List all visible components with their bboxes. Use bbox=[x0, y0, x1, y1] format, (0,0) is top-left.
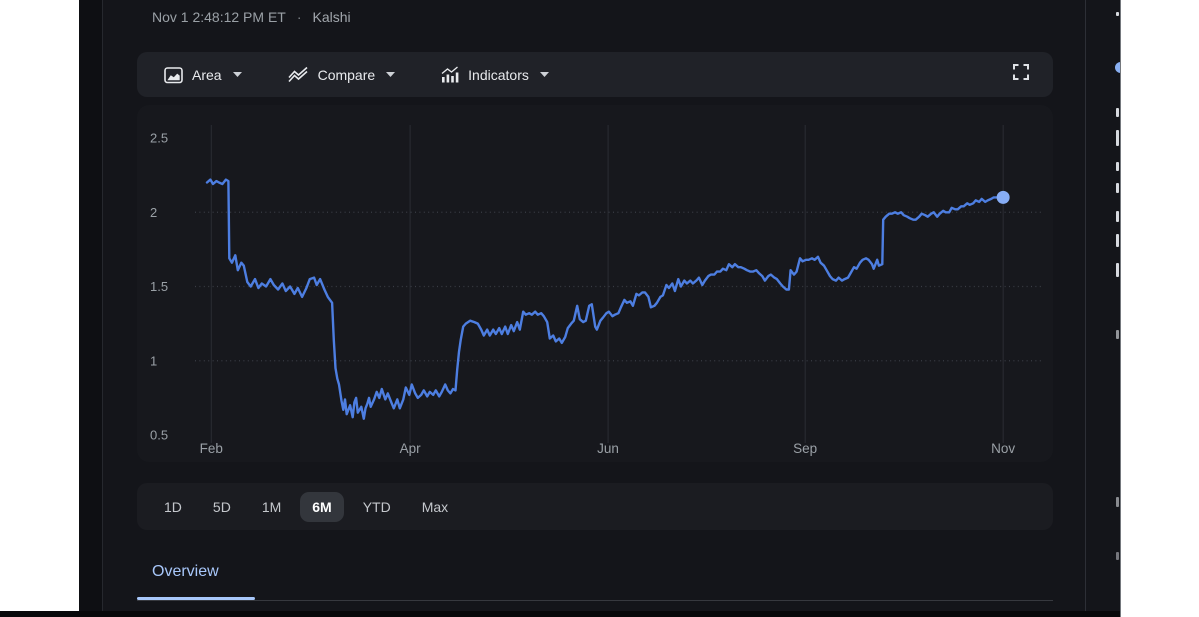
clipped-text-fragment bbox=[1116, 162, 1119, 171]
chevron-down-icon bbox=[233, 72, 242, 77]
separator-dot: · bbox=[297, 9, 302, 25]
range-button-6m-selected[interactable]: 6M bbox=[300, 492, 343, 522]
clipped-text-fragment bbox=[1116, 497, 1119, 507]
chart-type-label: Area bbox=[192, 67, 222, 83]
fullscreen-button[interactable] bbox=[1010, 61, 1032, 88]
range-button-1m[interactable]: 1M bbox=[262, 499, 281, 515]
clipped-text-fragment bbox=[1116, 234, 1119, 247]
chevron-down-icon bbox=[386, 72, 395, 77]
range-button-5d[interactable]: 5D bbox=[213, 499, 231, 515]
svg-text:Sep: Sep bbox=[793, 441, 817, 456]
left-content-edge bbox=[102, 0, 103, 617]
svg-text:1.5: 1.5 bbox=[150, 279, 168, 294]
range-button-max[interactable]: Max bbox=[422, 499, 448, 515]
range-button-1d[interactable]: 1D bbox=[164, 499, 182, 515]
fullscreen-corners-icon bbox=[1010, 61, 1032, 88]
bar-chart-icon bbox=[440, 66, 459, 83]
time-range-bar: 1D 5D 1M 6M YTD Max bbox=[137, 483, 1053, 530]
tab-overview[interactable]: Overview bbox=[152, 563, 219, 581]
svg-text:2: 2 bbox=[150, 205, 157, 220]
outer-white-margin-left bbox=[0, 0, 79, 617]
tab-active-underline bbox=[137, 597, 255, 600]
compare-label: Compare bbox=[318, 67, 376, 83]
indicators-button[interactable]: Indicators bbox=[440, 66, 549, 83]
screen: Nov 1 2:48:12 PM ET · Kalshi Area bbox=[0, 0, 1199, 617]
svg-text:1: 1 bbox=[150, 353, 157, 368]
svg-text:Nov: Nov bbox=[991, 441, 1015, 456]
svg-text:2.5: 2.5 bbox=[150, 131, 168, 146]
svg-text:Apr: Apr bbox=[400, 441, 422, 456]
chevron-down-icon bbox=[540, 72, 549, 77]
chart-type-button[interactable]: Area bbox=[164, 66, 242, 84]
quote-timestamp: Nov 1 2:48:12 PM ET bbox=[152, 9, 286, 25]
tab-divider bbox=[137, 600, 1053, 601]
chart-toolbar: Area Compare bbox=[137, 52, 1053, 97]
pane-divider-line bbox=[1085, 0, 1086, 617]
outer-white-panel-right bbox=[1120, 0, 1199, 617]
svg-text:Feb: Feb bbox=[200, 441, 223, 456]
clipped-text-fragment bbox=[1116, 130, 1119, 146]
clipped-text-fragment bbox=[1116, 183, 1119, 193]
quote-timestamp-row: Nov 1 2:48:12 PM ET · Kalshi bbox=[152, 7, 351, 27]
clipped-text-fragment bbox=[1116, 330, 1119, 339]
left-gutter bbox=[79, 0, 103, 617]
compare-lines-icon bbox=[287, 66, 309, 83]
clipped-text-fragment bbox=[1116, 211, 1119, 222]
clipped-text-fragment bbox=[1116, 12, 1119, 16]
price-chart-canvas: Feb Apr Jun Sep Nov 2.5 2 1.5 1 0.5 bbox=[137, 105, 1053, 462]
capture-bottom-edge bbox=[0, 611, 1120, 617]
compare-button[interactable]: Compare bbox=[287, 66, 396, 83]
price-chart[interactable]: Feb Apr Jun Sep Nov 2.5 2 1.5 1 0.5 bbox=[137, 105, 1053, 462]
clipped-text-fragment bbox=[1116, 108, 1119, 117]
range-button-ytd[interactable]: YTD bbox=[363, 499, 391, 515]
area-chart-icon bbox=[164, 66, 183, 84]
data-source-label: Kalshi bbox=[313, 9, 351, 25]
svg-text:Jun: Jun bbox=[597, 441, 619, 456]
clipped-text-fragment bbox=[1116, 552, 1119, 560]
svg-text:0.5: 0.5 bbox=[150, 428, 168, 443]
right-gutter bbox=[1086, 0, 1120, 617]
indicators-label: Indicators bbox=[468, 67, 529, 83]
clipped-text-fragment bbox=[1116, 263, 1119, 277]
